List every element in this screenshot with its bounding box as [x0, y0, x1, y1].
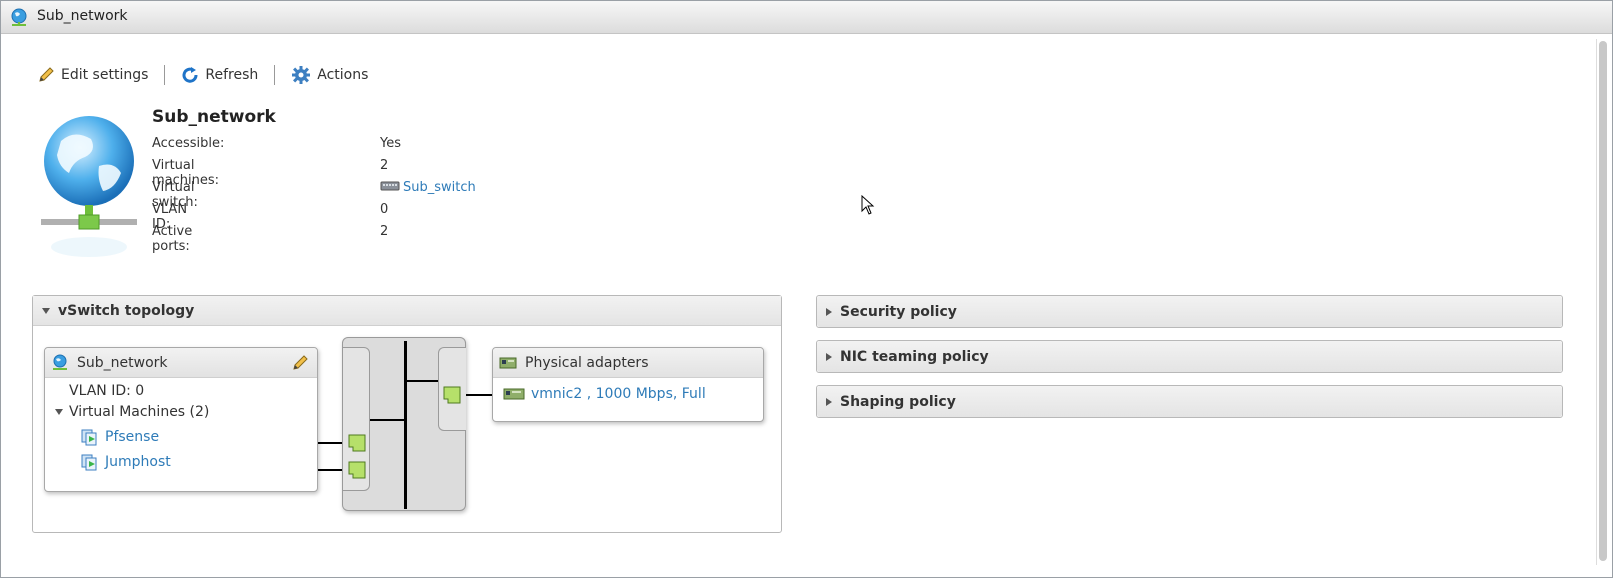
nic-link[interactable]: vmnic2 , 1000 Mbps, Full	[531, 386, 706, 402]
vms-tree-label: Virtual Machines (2)	[69, 404, 210, 420]
security-policy-header[interactable]: Security policy	[817, 296, 1562, 327]
network-globe-icon	[53, 354, 67, 370]
shaping-policy-header[interactable]: Shaping policy	[817, 386, 1562, 417]
expand-triangle-icon	[55, 409, 63, 415]
vm-icon	[81, 429, 97, 446]
panel-title: NIC teaming policy	[840, 348, 989, 365]
portgroup-card: Sub_network VLAN ID: 0 Virtual Machines …	[44, 347, 318, 492]
nic-teaming-policy-header[interactable]: NIC teaming policy	[817, 341, 1562, 372]
expand-triangle-icon	[826, 307, 832, 316]
portgroup-card-header: Sub_network	[45, 348, 317, 378]
vm-list-item[interactable]: Jumphost	[81, 453, 171, 471]
physical-adapters-header: Physical adapters	[493, 348, 763, 378]
expand-triangle-icon	[826, 352, 832, 361]
portgroup-card-title: Sub_network	[77, 354, 168, 371]
panel-title: Shaping policy	[840, 393, 956, 410]
vswitch-diagram	[342, 337, 466, 511]
physical-adapters-card: Physical adapters vmnic2 , 1000 Mbps, Fu…	[492, 347, 764, 422]
topology-wiring	[318, 394, 492, 471]
nic-teaming-policy-panel[interactable]: NIC teaming policy	[816, 340, 1563, 373]
expand-triangle-icon	[826, 397, 832, 406]
switch-bus-line	[404, 341, 407, 509]
port-icon	[348, 434, 366, 452]
scrollbar-thumb[interactable]	[1599, 41, 1607, 561]
physical-adapters-title: Physical adapters	[525, 354, 649, 371]
port-icon	[348, 461, 366, 479]
vm-link[interactable]: Pfsense	[105, 429, 159, 445]
portgroup-window: Sub_network Edit settings Refresh Action…	[0, 0, 1613, 578]
switch-bus-line	[370, 419, 404, 421]
nic-icon	[499, 357, 517, 368]
switch-bus-line	[407, 380, 438, 382]
vm-list-item[interactable]: Pfsense	[81, 428, 159, 446]
pencil-icon[interactable]	[291, 354, 309, 372]
vm-icon	[81, 454, 97, 471]
vm-link[interactable]: Jumphost	[105, 454, 171, 470]
portgroup-vlan: VLAN ID: 0	[69, 383, 145, 399]
nic-list-item[interactable]: vmnic2 , 1000 Mbps, Full	[503, 386, 706, 402]
vms-tree-node[interactable]: Virtual Machines (2)	[55, 404, 209, 420]
security-policy-panel[interactable]: Security policy	[816, 295, 1563, 328]
uplink-port-icon	[443, 386, 461, 404]
panel-title: Security policy	[840, 303, 957, 320]
vertical-scrollbar[interactable]	[1596, 39, 1608, 565]
shaping-policy-panel[interactable]: Shaping policy	[816, 385, 1563, 418]
nic-icon	[503, 388, 525, 400]
